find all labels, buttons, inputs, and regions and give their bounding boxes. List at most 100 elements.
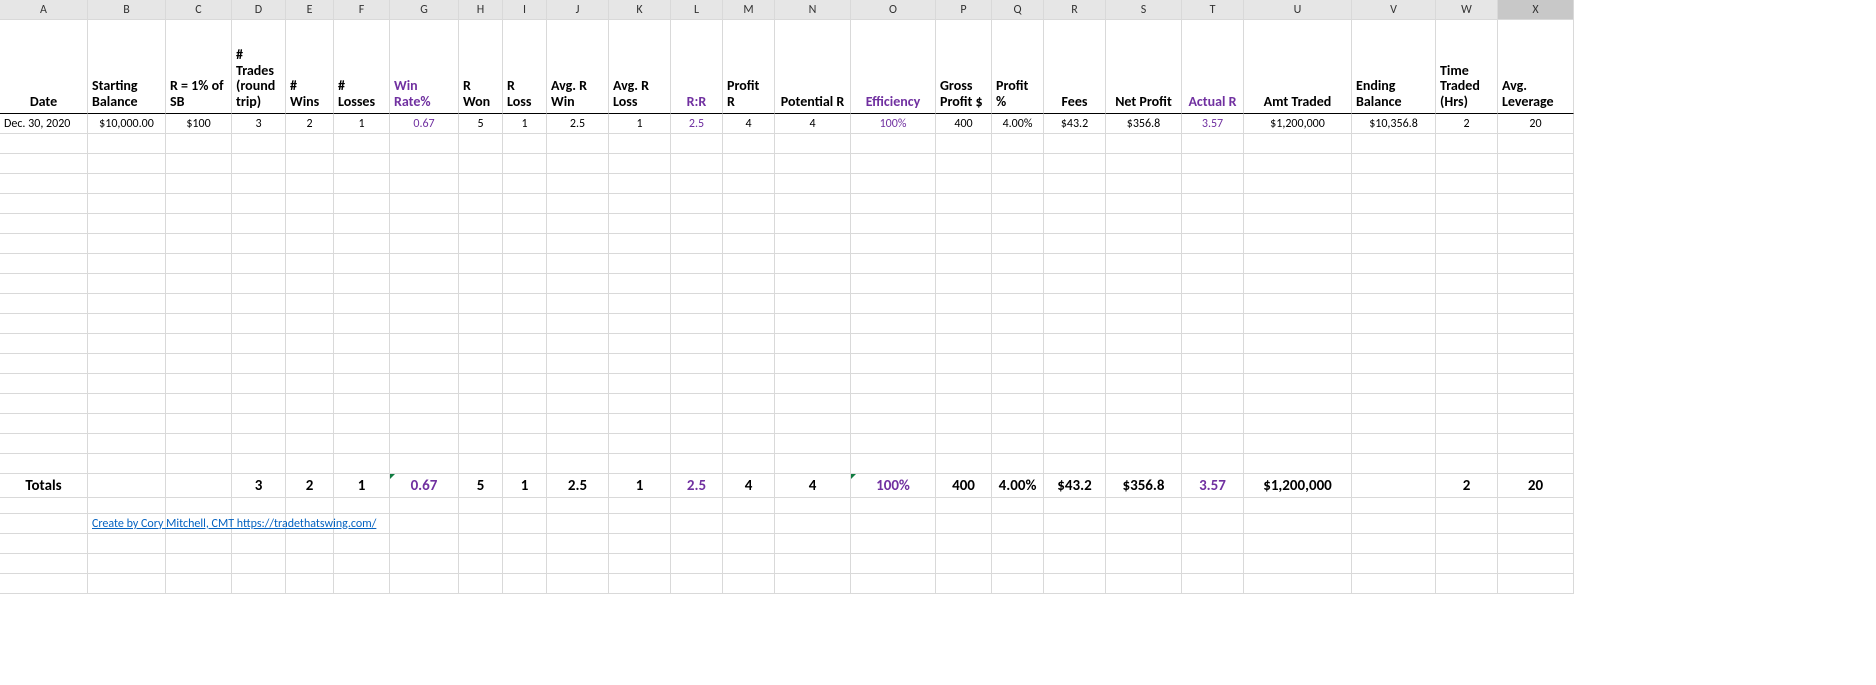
empty-cell[interactable] [936, 554, 992, 574]
empty-cell[interactable] [232, 294, 286, 314]
empty-cell[interactable] [609, 534, 671, 554]
empty-cell[interactable] [0, 494, 88, 514]
empty-cell[interactable] [286, 314, 334, 334]
empty-cell[interactable] [609, 394, 671, 414]
empty-cell[interactable] [1352, 374, 1436, 394]
empty-cell[interactable] [936, 154, 992, 174]
col-header-R[interactable]: R [1044, 0, 1106, 20]
data-cell-P[interactable]: 400 [936, 114, 992, 134]
empty-cell[interactable] [232, 454, 286, 474]
empty-cell[interactable] [609, 214, 671, 234]
empty-cell[interactable] [503, 494, 547, 514]
empty-cell[interactable] [1436, 354, 1498, 374]
empty-cell[interactable] [609, 374, 671, 394]
col-header-Q[interactable]: Q [992, 0, 1044, 20]
empty-cell[interactable] [390, 234, 459, 254]
empty-cell[interactable] [547, 394, 609, 414]
empty-cell[interactable] [1244, 154, 1352, 174]
empty-cell[interactable] [0, 574, 88, 594]
empty-cell[interactable] [334, 254, 390, 274]
empty-cell[interactable] [503, 554, 547, 574]
empty-cell[interactable] [1106, 374, 1182, 394]
empty-cell[interactable] [88, 274, 166, 294]
header-N[interactable]: Potential R [775, 20, 851, 114]
empty-cell[interactable] [851, 314, 936, 334]
empty-cell[interactable] [334, 394, 390, 414]
empty-cell[interactable] [936, 234, 992, 254]
empty-cell[interactable] [1182, 574, 1244, 594]
empty-cell[interactable] [166, 314, 232, 334]
empty-cell[interactable] [609, 574, 671, 594]
empty-cell[interactable] [936, 174, 992, 194]
empty-cell[interactable] [723, 214, 775, 234]
empty-cell[interactable] [723, 394, 775, 414]
empty-cell[interactable] [1436, 374, 1498, 394]
empty-cell[interactable] [286, 414, 334, 434]
empty-cell[interactable] [1498, 534, 1574, 554]
empty-cell[interactable] [1182, 534, 1244, 554]
empty-cell[interactable] [334, 314, 390, 334]
empty-cell[interactable] [88, 574, 166, 594]
col-header-F[interactable]: F [334, 0, 390, 20]
empty-cell[interactable] [723, 234, 775, 254]
totals-cell-G[interactable]: 0.67 [390, 474, 459, 498]
empty-cell[interactable] [88, 194, 166, 214]
empty-cell[interactable] [88, 414, 166, 434]
empty-cell[interactable] [1498, 194, 1574, 214]
empty-cell[interactable] [609, 554, 671, 574]
empty-cell[interactable] [992, 254, 1044, 274]
empty-cell[interactable] [1352, 354, 1436, 374]
empty-cell[interactable] [936, 214, 992, 234]
empty-cell[interactable] [992, 354, 1044, 374]
empty-cell[interactable] [459, 414, 503, 434]
empty-cell[interactable] [1044, 174, 1106, 194]
empty-cell[interactable] [0, 554, 88, 574]
empty-cell[interactable] [1436, 454, 1498, 474]
empty-cell[interactable] [609, 194, 671, 214]
header-C[interactable]: R = 1% of SB [166, 20, 232, 114]
empty-cell[interactable] [0, 314, 88, 334]
header-V[interactable]: Ending Balance [1352, 20, 1436, 114]
col-header-B[interactable]: B [88, 0, 166, 20]
col-header-L[interactable]: L [671, 0, 723, 20]
empty-cell[interactable] [1352, 414, 1436, 434]
empty-cell[interactable] [232, 334, 286, 354]
data-cell-E[interactable]: 2 [286, 114, 334, 134]
empty-cell[interactable] [1044, 554, 1106, 574]
empty-cell[interactable] [609, 354, 671, 374]
data-cell-L[interactable]: 2.5 [671, 114, 723, 134]
empty-cell[interactable] [503, 394, 547, 414]
empty-cell[interactable] [459, 214, 503, 234]
empty-cell[interactable] [1182, 414, 1244, 434]
empty-cell[interactable] [1352, 494, 1436, 514]
empty-cell[interactable] [775, 394, 851, 414]
empty-cell[interactable] [286, 154, 334, 174]
empty-cell[interactable] [0, 234, 88, 254]
empty-cell[interactable] [1044, 294, 1106, 314]
empty-cell[interactable] [547, 314, 609, 334]
empty-cell[interactable] [723, 194, 775, 214]
empty-cell[interactable] [723, 254, 775, 274]
empty-cell[interactable] [459, 174, 503, 194]
empty-cell[interactable] [166, 374, 232, 394]
empty-cell[interactable] [459, 194, 503, 214]
empty-cell[interactable] [671, 554, 723, 574]
empty-cell[interactable] [547, 494, 609, 514]
empty-cell[interactable] [547, 134, 609, 154]
empty-cell[interactable] [1498, 274, 1574, 294]
empty-cell[interactable] [459, 434, 503, 454]
empty-cell[interactable] [1182, 214, 1244, 234]
empty-cell[interactable] [286, 134, 334, 154]
empty-cell[interactable] [390, 214, 459, 234]
empty-cell[interactable] [992, 234, 1044, 254]
empty-cell[interactable] [851, 294, 936, 314]
data-cell-O[interactable]: 100% [851, 114, 936, 134]
col-header-T[interactable]: T [1182, 0, 1244, 20]
empty-cell[interactable] [503, 154, 547, 174]
empty-cell[interactable] [1244, 494, 1352, 514]
empty-cell[interactable] [547, 154, 609, 174]
empty-cell[interactable] [775, 574, 851, 594]
data-cell-R[interactable]: $43.2 [1044, 114, 1106, 134]
empty-cell[interactable] [390, 134, 459, 154]
header-E[interactable]: # Wins [286, 20, 334, 114]
